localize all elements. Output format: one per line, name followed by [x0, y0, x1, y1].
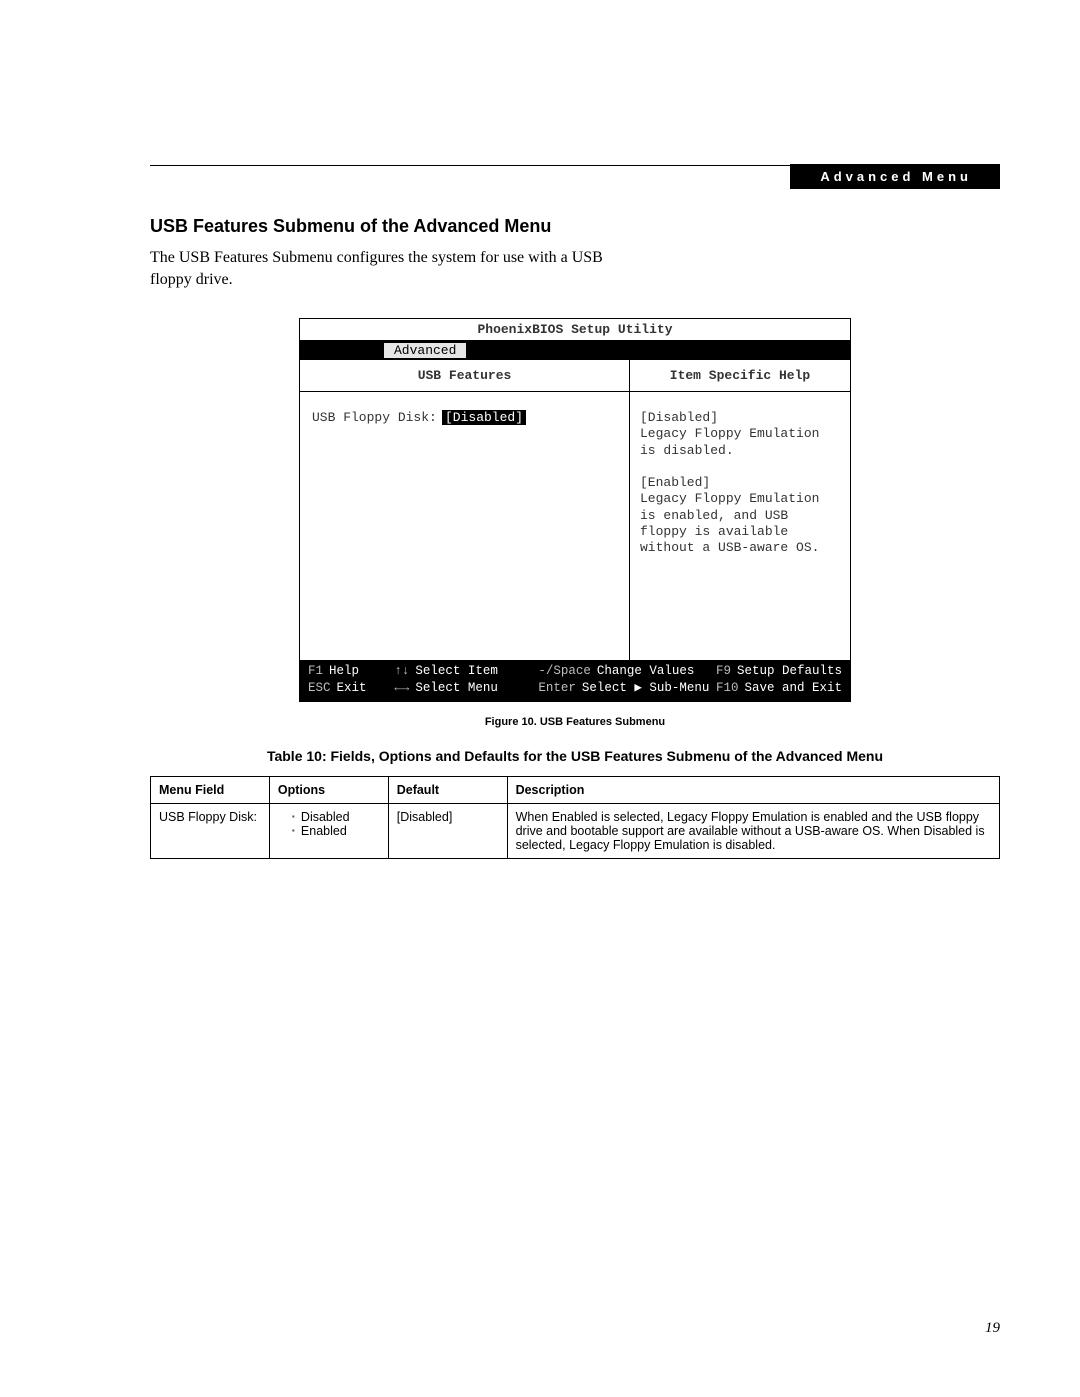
table-row: USB Floppy Disk: Disabled Enabled [Disab… [151, 803, 1000, 858]
th-menu-field: Menu Field [151, 776, 270, 803]
figure-caption: Figure 10. USB Features Submenu [299, 716, 851, 728]
bios-setting-row[interactable]: USB Floppy Disk: [Disabled] [312, 410, 617, 425]
bios-key-f1-label: Help [329, 663, 359, 680]
bios-footer-keys: F1 Help ↑↓ Select Item -/Space Change Value… [300, 660, 850, 701]
th-options: Options [269, 776, 388, 803]
bios-key-f10-label: Save and Exit [744, 680, 842, 697]
td-description: When Enabled is selected, Legacy Floppy … [507, 803, 999, 858]
th-description: Description [507, 776, 999, 803]
bios-screenshot-figure: PhoenixBIOS Setup Utility Advanced USB F… [299, 318, 851, 728]
bios-title-bar: PhoenixBIOS Setup Utility [300, 319, 850, 341]
bios-help-text: [Disabled] Legacy Floppy Emulation is di… [630, 392, 850, 574]
bios-key-enter-label: Select ▶ Sub-Menu [582, 680, 710, 697]
page-number: 19 [985, 1320, 1000, 1337]
bios-key-enter: Enter [538, 680, 576, 697]
bios-key-minus-space-label: Change Values [597, 663, 695, 680]
bios-menu-bar: Advanced [300, 341, 850, 360]
bios-key-f1: F1 [308, 663, 323, 680]
bios-key-minus-space: -/Space [538, 663, 591, 680]
fields-table: Menu Field Options Default Description U… [150, 776, 1000, 859]
bios-key-leftright: ←→ [394, 680, 409, 697]
bios-help-pane-title: Item Specific Help [630, 360, 850, 392]
bios-key-updown-label: Select Item [415, 663, 498, 680]
bios-key-f9-label: Setup Defaults [737, 663, 842, 680]
bios-key-f9: F9 [716, 663, 731, 680]
bios-left-pane-title: USB Features [300, 360, 629, 392]
td-default: [Disabled] [388, 803, 507, 858]
bios-key-esc: ESC [308, 680, 331, 697]
bios-key-esc-label: Exit [337, 680, 367, 697]
header-chapter-tag: Advanced Menu [790, 164, 1000, 189]
bios-tab-advanced[interactable]: Advanced [384, 343, 466, 358]
option-disabled: Disabled [292, 810, 380, 824]
bios-setting-label: USB Floppy Disk: [312, 410, 442, 425]
option-enabled: Enabled [292, 824, 380, 838]
td-menu-field: USB Floppy Disk: [151, 803, 270, 858]
bios-setting-value-selected[interactable]: [Disabled] [442, 410, 526, 425]
th-default: Default [388, 776, 507, 803]
bios-key-leftright-label: Select Menu [415, 680, 498, 697]
intro-paragraph: The USB Features Submenu configures the … [150, 247, 630, 290]
section-title: USB Features Submenu of the Advanced Men… [150, 216, 1000, 237]
bios-key-f10: F10 [716, 680, 739, 697]
td-options: Disabled Enabled [269, 803, 388, 858]
table-title: Table 10: Fields, Options and Defaults f… [150, 748, 1000, 764]
bios-key-updown: ↑↓ [394, 663, 409, 680]
